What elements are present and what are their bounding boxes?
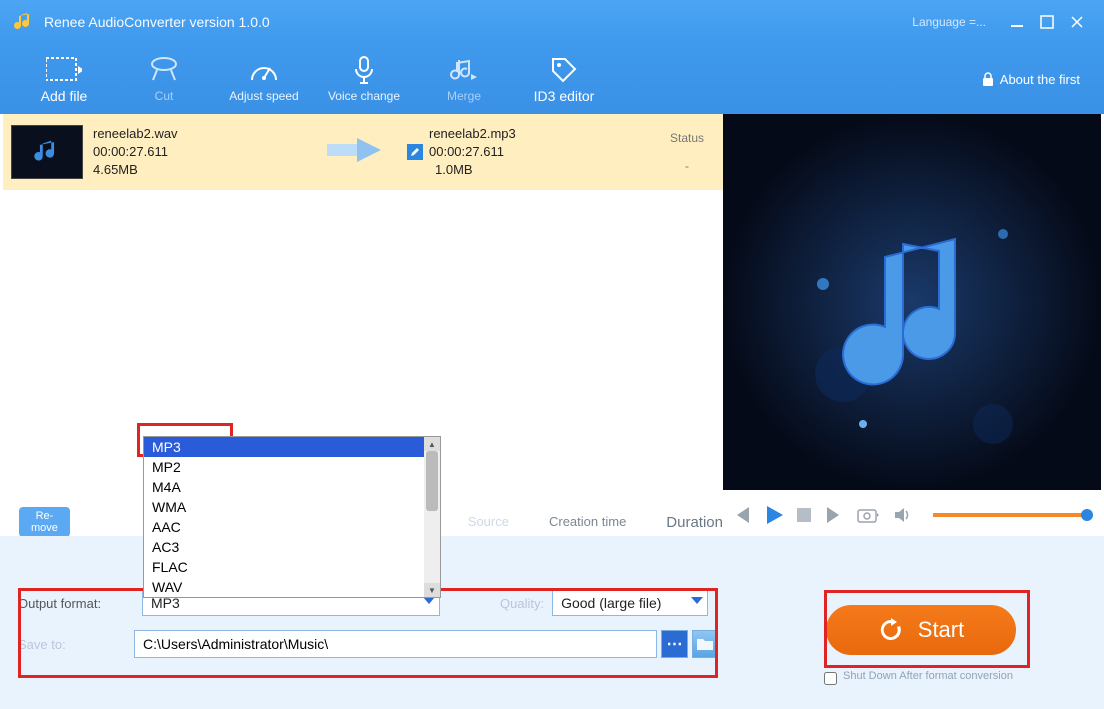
save-path-input[interactable]: C:\Users\Administrator\Music\ — [134, 630, 657, 658]
lock-icon — [980, 71, 996, 87]
add-file-label: Add file — [41, 88, 88, 104]
format-option-wav[interactable]: WAV — [144, 577, 440, 597]
tag-icon — [549, 54, 579, 84]
app-title: Renee AudioConverter version 1.0.0 — [44, 14, 270, 30]
format-option-m4a[interactable]: M4A — [144, 477, 440, 497]
format-option-mp2[interactable]: MP2 — [144, 457, 440, 477]
browse-button[interactable]: ⋯ — [661, 630, 687, 658]
voice-change-button[interactable]: Voice change — [314, 48, 414, 110]
scroll-thumb[interactable] — [426, 451, 438, 511]
quality-combo[interactable]: Good (large file) — [552, 590, 708, 616]
format-option-aac[interactable]: AAC — [144, 517, 440, 537]
source-duration: 00:00:27.611 — [93, 143, 303, 161]
shutdown-input[interactable] — [824, 672, 837, 685]
file-row[interactable]: reneelab2.wav 00:00:27.611 4.65MB reneel… — [3, 114, 725, 190]
source-info: reneelab2.wav 00:00:27.611 4.65MB — [93, 125, 303, 180]
cut-button[interactable]: Cut — [114, 48, 214, 110]
status-column: Status - — [657, 131, 717, 173]
merge-label: Merge — [447, 89, 481, 103]
col-source: Source — [468, 514, 509, 531]
id3-editor-button[interactable]: ID3 editor — [514, 48, 614, 110]
target-size: 1.0MB — [429, 161, 579, 179]
source-size: 4.65MB — [93, 161, 303, 179]
merge-icon — [449, 55, 479, 85]
save-to-label: Save to: — [18, 637, 134, 652]
refresh-icon — [878, 617, 904, 643]
dropdown-scrollbar[interactable]: ▲ ▼ — [424, 437, 440, 597]
app-note-icon — [12, 10, 36, 34]
remove-button[interactable]: Re- move — [19, 507, 70, 537]
source-name: reneelab2.wav — [93, 125, 303, 143]
output-settings: Output format: MP3 Quality: Good (large … — [18, 590, 718, 700]
quality-label: Quality: — [500, 596, 544, 611]
folder-icon — [696, 637, 714, 651]
target-duration: 00:00:27.611 — [429, 143, 579, 161]
status-value: - — [657, 159, 717, 173]
chevron-down-icon — [691, 597, 703, 604]
cut-label: Cut — [155, 89, 174, 103]
voice-change-label: Voice change — [328, 89, 400, 103]
minimize-button[interactable] — [1002, 7, 1032, 37]
volume-icon[interactable] — [893, 507, 911, 523]
shutdown-checkbox[interactable]: Shut Down After format conversion — [824, 670, 1014, 685]
target-name: reneelab2.mp3 — [429, 125, 579, 143]
main-toolbar: Add file Cut Adjust speed Voice change M… — [0, 44, 1104, 114]
scroll-down-icon[interactable]: ▼ — [424, 583, 440, 597]
start-button[interactable]: Start — [826, 605, 1016, 655]
volume-slider[interactable] — [933, 513, 1091, 517]
prev-button[interactable] — [733, 507, 751, 523]
chevron-down-icon — [423, 597, 435, 604]
stop-button[interactable] — [797, 508, 811, 522]
next-button[interactable] — [825, 507, 843, 523]
close-button[interactable] — [1062, 7, 1092, 37]
format-option-ac3[interactable]: AC3 — [144, 537, 440, 557]
format-option-wma[interactable]: WMA — [144, 497, 440, 517]
format-option-flac[interactable]: FLAC — [144, 557, 440, 577]
adjust-speed-label: Adjust speed — [229, 89, 298, 103]
language-selector[interactable]: Language =... — [912, 15, 986, 29]
mic-icon — [350, 55, 378, 85]
arrow-icon — [327, 136, 383, 169]
preview-pane — [723, 114, 1101, 490]
scroll-up-icon[interactable]: ▲ — [424, 437, 440, 451]
target-info: reneelab2.mp3 00:00:27.611 1.0MB — [429, 125, 579, 180]
maximize-button[interactable] — [1032, 7, 1062, 37]
file-thumbnail — [11, 125, 83, 179]
add-file-button[interactable]: Add file — [14, 48, 114, 110]
music-visual-icon — [723, 114, 1101, 490]
format-option-mp3[interactable]: MP3 — [144, 437, 440, 457]
output-format-label: Output format: — [18, 596, 142, 611]
cut-icon — [149, 55, 179, 85]
col-duration: Duration — [666, 514, 723, 531]
about-link[interactable]: About the first — [980, 71, 1080, 87]
id3-editor-label: ID3 editor — [534, 88, 595, 104]
gauge-icon — [248, 55, 280, 85]
open-folder-button[interactable] — [692, 630, 718, 658]
preview-controls — [723, 494, 1101, 536]
status-label: Status — [657, 131, 717, 145]
film-icon — [46, 54, 82, 84]
format-dropdown-list[interactable]: MP3 MP2 M4A WMA AAC AC3 FLAC WAV ▲ ▼ — [143, 436, 441, 598]
merge-button[interactable]: Merge — [414, 48, 514, 110]
snapshot-button[interactable] — [857, 507, 879, 523]
play-button[interactable] — [765, 506, 783, 524]
col-creation: Creation time — [549, 514, 626, 531]
title-bar: Renee AudioConverter version 1.0.0 Langu… — [0, 0, 1104, 44]
edit-icon — [407, 144, 423, 160]
adjust-speed-button[interactable]: Adjust speed — [214, 48, 314, 110]
